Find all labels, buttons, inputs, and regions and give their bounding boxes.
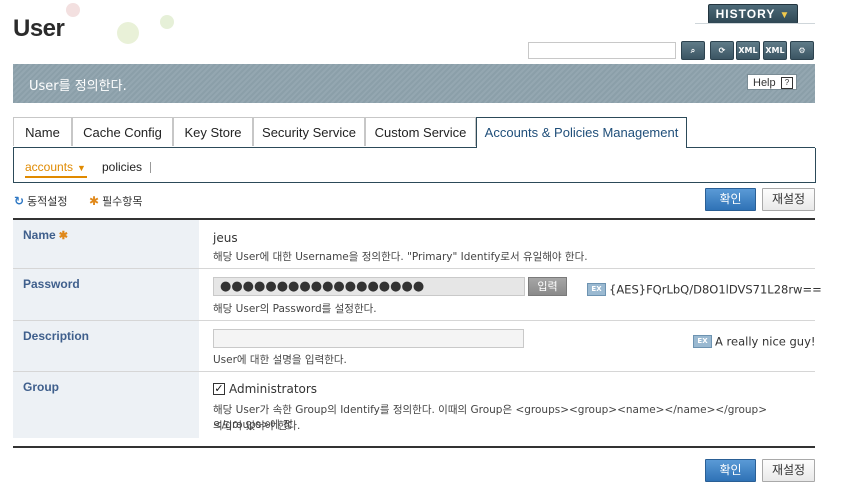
form-row-password: Password ●●●●●●●●●●●●●●●●●● 입력 EX {AES}FQ… — [13, 269, 822, 321]
example-icon: EX — [587, 283, 606, 296]
xml-import-icon: XML — [765, 46, 785, 55]
label-cell: Password — [13, 269, 199, 320]
subnav-accounts[interactable]: accounts ▼ — [25, 160, 86, 174]
ok-button[interactable]: 확인 — [705, 188, 756, 211]
tab-cache-config[interactable]: Cache Config — [72, 117, 173, 146]
banner-text: User를 정의한다. — [29, 79, 127, 94]
description-banner: User를 정의한다. Help ? — [13, 64, 815, 103]
label-cell: Description — [13, 321, 199, 371]
decor-circle — [160, 15, 174, 29]
field-label-name: Name ✱ — [23, 228, 68, 242]
password-input[interactable]: ●●●●●●●●●●●●●●●●●● — [213, 277, 525, 296]
page-settings-button[interactable]: ⚙ — [790, 41, 814, 60]
legend-dynamic: ↻ 동적설정 — [14, 193, 68, 209]
active-underline — [25, 176, 87, 178]
field-description: 해당 User가 속한 Group의 Identify를 정의한다. 이때의 G… — [213, 404, 768, 431]
page-settings-icon: ⚙ — [798, 46, 806, 55]
subnav-accounts-label: accounts — [25, 160, 74, 174]
refresh-icon: ⟳ — [718, 46, 726, 55]
administrators-checkbox[interactable]: ✓ — [213, 383, 225, 395]
field-label-description: Description — [23, 329, 90, 343]
question-icon: ? — [781, 77, 793, 89]
subnav-policies[interactable]: policies — [102, 160, 142, 174]
label-cell: Name ✱ — [13, 220, 199, 268]
form-row-name: Name ✱ jeus 해당 User에 대한 Username을 정의한다. "… — [13, 220, 815, 269]
search-icon: ⌕ — [690, 46, 696, 55]
password-enter-button[interactable]: 입력 — [528, 277, 567, 296]
example-icon: EX — [693, 335, 712, 348]
decor-circle — [117, 22, 139, 44]
divider — [150, 162, 151, 173]
required-star-icon: ✱ — [58, 230, 68, 242]
description-example-text: A really nice guy! — [715, 334, 816, 349]
ok-button-bottom[interactable]: 확인 — [705, 459, 756, 482]
required-star-icon: ✱ — [89, 194, 100, 208]
tab-name[interactable]: Name — [13, 117, 72, 146]
tab-key-store[interactable]: Key Store — [173, 117, 253, 146]
legend-required-label: 필수항목 — [102, 195, 143, 208]
label-cell: Group — [13, 372, 199, 438]
xml-import-button[interactable]: XML — [763, 41, 787, 60]
xml-export-button[interactable]: XML — [736, 41, 760, 60]
reset-button-bottom[interactable]: 재설정 — [762, 459, 815, 482]
legend-required: ✱ 필수항목 — [89, 193, 143, 209]
page-title: User — [13, 15, 65, 42]
help-label: Help — [753, 77, 776, 89]
password-example-text: {AES}FQrLbQ/D8O1lDVS71L28rw== — [609, 282, 822, 297]
refresh-button[interactable]: ⟳ — [710, 41, 734, 60]
password-example: EX {AES}FQrLbQ/D8O1lDVS71L28rw== — [587, 279, 822, 298]
form-row-description: Description EX A really nice guy! User에 대… — [13, 321, 816, 372]
divider — [695, 23, 815, 24]
field-description-cont: 의되어 있어야 한다. — [213, 420, 301, 432]
legend-dynamic-label: 동적설정 — [27, 195, 68, 208]
description-example: EX A really nice guy! — [693, 331, 816, 350]
help-button[interactable]: Help ? — [747, 74, 797, 90]
xml-export-icon: XML — [738, 46, 758, 55]
chevron-down-icon: ▼ — [779, 10, 791, 21]
name-value: jeus — [213, 231, 238, 245]
dropdown-arrow-icon: ▼ — [77, 163, 86, 173]
description-input[interactable] — [213, 329, 524, 348]
history-button[interactable]: HISTORY ▼ — [708, 4, 798, 24]
field-description: 해당 User의 Password를 설정한다. — [213, 303, 377, 315]
sub-navigation: accounts ▼ policies — [13, 148, 816, 183]
checkbox-label: Administrators — [229, 382, 318, 396]
decor-circle — [66, 3, 80, 17]
field-label-password: Password — [23, 277, 80, 291]
tab-security-service[interactable]: Security Service — [253, 117, 365, 146]
history-label: HISTORY — [715, 7, 776, 21]
form-row-group: Group ✓ Administrators 해당 User가 속한 Group… — [13, 372, 815, 438]
search-button[interactable]: ⌕ — [681, 41, 705, 60]
dynamic-setting-icon: ↻ — [14, 194, 25, 208]
field-description: User에 대한 설명을 입력한다. — [213, 354, 347, 366]
form-bottom-border — [13, 446, 815, 448]
field-label-group: Group — [23, 380, 59, 394]
tab-custom-service[interactable]: Custom Service — [365, 117, 476, 146]
field-description: 해당 User에 대한 Username을 정의한다. "Primary" Id… — [213, 251, 588, 263]
search-input[interactable] — [528, 42, 676, 59]
reset-button[interactable]: 재설정 — [762, 188, 815, 211]
tab-accounts-policies[interactable]: Accounts & Policies Management — [476, 117, 687, 148]
